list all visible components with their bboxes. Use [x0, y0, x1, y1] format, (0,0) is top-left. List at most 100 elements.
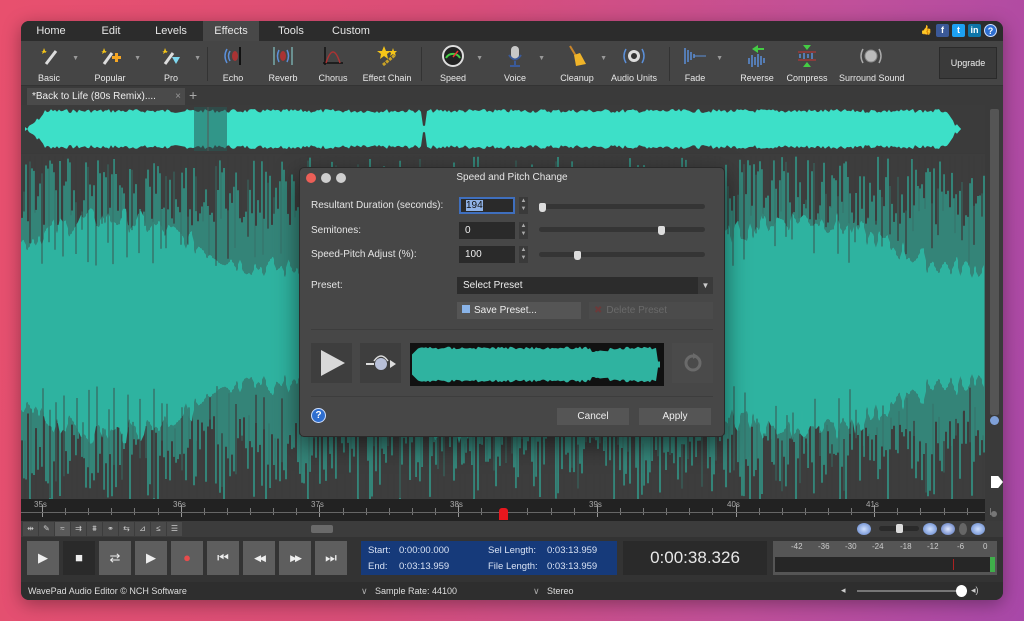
sel-length-value[interactable]: 0:03:13.959	[547, 545, 597, 556]
skip-to-start-button[interactable]: ⏮	[207, 541, 239, 575]
facebook-icon[interactable]: f	[936, 24, 949, 37]
vertical-scrollbar[interactable]	[987, 105, 1003, 435]
selection-tool-icon[interactable]: ⇹	[23, 522, 38, 536]
chevron-down-icon[interactable]: ∨	[533, 586, 540, 597]
apply-button[interactable]: Apply	[639, 408, 711, 425]
tab-home[interactable]: Home	[27, 21, 75, 41]
overview-waveform[interactable]	[21, 105, 985, 153]
effect-chain-button[interactable]: Effect Chain	[361, 43, 413, 85]
delete-preset-button[interactable]: ✖ Delete Preset	[589, 302, 713, 319]
envelope-icon[interactable]: ⊿	[135, 522, 150, 536]
help-button[interactable]: ?	[311, 408, 326, 423]
rewind-button[interactable]: ◀◀	[243, 541, 275, 575]
semitones-stepper[interactable]: ▲ ▼	[519, 222, 528, 239]
fade-button[interactable]: Fade ▼	[677, 43, 723, 85]
meter-scale-label: -6	[957, 542, 965, 551]
echo-button[interactable]: Echo	[213, 43, 253, 85]
stop-button[interactable]: ■	[63, 541, 95, 575]
tab-custom[interactable]: Custom	[323, 21, 379, 41]
reverse-button[interactable]: Reverse	[737, 43, 777, 85]
channels-selector[interactable]: Stereo	[547, 586, 574, 596]
zoom-in-icon[interactable]	[990, 416, 999, 425]
speed-pitch-stepper[interactable]: ▲ ▼	[519, 246, 528, 263]
tab-levels[interactable]: Levels	[143, 21, 199, 41]
basic-button[interactable]: Basic ▼	[29, 43, 79, 85]
speed-pitch-slider[interactable]	[539, 251, 705, 260]
zoom-all-icon[interactable]	[971, 523, 985, 535]
reset-button[interactable]	[672, 343, 713, 383]
sample-rate-selector[interactable]: Sample Rate: 44100	[375, 586, 457, 596]
overview-visible-region[interactable]	[194, 107, 227, 151]
align-icon[interactable]: ⇆	[119, 522, 134, 536]
save-icon	[462, 305, 470, 313]
audio-units-button[interactable]: Audio Units	[609, 43, 659, 85]
semitones-slider[interactable]	[539, 226, 705, 235]
duration-stepper[interactable]: ▲ ▼	[519, 197, 528, 214]
speed-pitch-slider-knob[interactable]	[573, 251, 581, 260]
linkedin-icon[interactable]: in	[968, 24, 981, 37]
semitones-slider-knob[interactable]	[658, 226, 666, 235]
level-icon[interactable]: ≤	[151, 522, 166, 536]
tab-effects[interactable]: Effects	[203, 21, 259, 41]
zoom-in-horizontal-icon[interactable]	[923, 523, 937, 535]
play-button[interactable]: ▶	[27, 541, 59, 575]
thumbs-up-icon[interactable]: 👍	[920, 24, 933, 37]
horizontal-scroll-thumb[interactable]	[311, 525, 333, 533]
waveform-view-icon[interactable]: ≈	[55, 522, 70, 536]
timeline-ruler[interactable]: 35s 36s 37s 38s 39s 40s 41s	[21, 499, 991, 521]
scrollbar-thumb[interactable]	[990, 109, 999, 415]
list-icon[interactable]: ☰	[167, 522, 182, 536]
start-value[interactable]: 0:00:00.000	[399, 545, 449, 556]
zoom-slider-knob[interactable]	[896, 524, 903, 533]
duration-input[interactable]: 194	[459, 197, 515, 214]
end-value[interactable]: 0:03:13.959	[399, 561, 449, 572]
cleanup-button[interactable]: Cleanup ▼	[557, 43, 607, 85]
compress-button[interactable]: Compress	[785, 43, 829, 85]
record-button[interactable]: ●	[171, 541, 203, 575]
tab-tools[interactable]: Tools	[265, 21, 317, 41]
reverb-button[interactable]: Reverb	[263, 43, 303, 85]
fast-forward-button[interactable]: ▶▶	[279, 541, 311, 575]
vertical-zoom-slider-handle[interactable]	[991, 476, 1003, 488]
play-selection-button[interactable]: ▶	[135, 541, 167, 575]
duration-slider-knob[interactable]	[539, 203, 546, 212]
spectral-view-icon[interactable]: ⩩	[87, 522, 102, 536]
volume-slider[interactable]	[857, 585, 967, 597]
tab-edit[interactable]: Edit	[87, 21, 135, 41]
volume-slider-knob[interactable]	[955, 585, 967, 597]
file-tab[interactable]: *Back to Life (80s Remix).... ×	[27, 88, 185, 105]
skip-to-end-button[interactable]: ⏭	[315, 541, 347, 575]
semitones-input[interactable]: 0	[459, 222, 515, 239]
close-icon[interactable]: ×	[175, 88, 181, 105]
save-preset-button[interactable]: Save Preset...	[457, 302, 581, 319]
twitter-icon[interactable]: t	[952, 24, 965, 37]
zoom-selection-icon[interactable]	[941, 523, 955, 535]
preview-play-button[interactable]	[311, 343, 352, 383]
preview-waveform[interactable]	[410, 343, 664, 386]
cancel-button[interactable]: Cancel	[557, 408, 629, 425]
add-tab-button[interactable]: +	[189, 87, 197, 104]
pencil-tool-icon[interactable]: ✎	[39, 522, 54, 536]
chevron-down-icon[interactable]: ∨	[361, 586, 368, 597]
chorus-button[interactable]: Chorus	[313, 43, 353, 85]
pro-button[interactable]: Pro ▼	[151, 43, 201, 85]
horizontal-zoom-slider[interactable]	[879, 524, 919, 533]
compress-icon	[785, 43, 829, 69]
surround-sound-button[interactable]: Surround Sound	[839, 43, 905, 85]
loop-button[interactable]: ⇄	[99, 541, 131, 575]
voice-button[interactable]: Voice ▼	[495, 43, 545, 85]
zoom-out-horizontal-icon[interactable]	[857, 523, 871, 535]
zoom-reset-horizontal-icon[interactable]	[959, 523, 967, 535]
snap-icon[interactable]: ⇉	[71, 522, 86, 536]
duration-slider[interactable]	[539, 203, 705, 212]
help-icon[interactable]: ?	[984, 24, 997, 37]
playhead-marker[interactable]	[499, 508, 508, 520]
preset-select[interactable]: Select Preset ▼	[457, 277, 713, 294]
zoom-out-icon[interactable]	[991, 511, 997, 517]
preview-bypass-button[interactable]	[360, 343, 401, 383]
popular-button[interactable]: Popular ▼	[89, 43, 141, 85]
link-icon[interactable]: ⚭	[103, 522, 118, 536]
speed-pitch-input[interactable]: 100	[459, 246, 515, 263]
upgrade-button[interactable]: Upgrade	[939, 47, 997, 79]
speed-button[interactable]: Speed ▼	[433, 43, 483, 85]
